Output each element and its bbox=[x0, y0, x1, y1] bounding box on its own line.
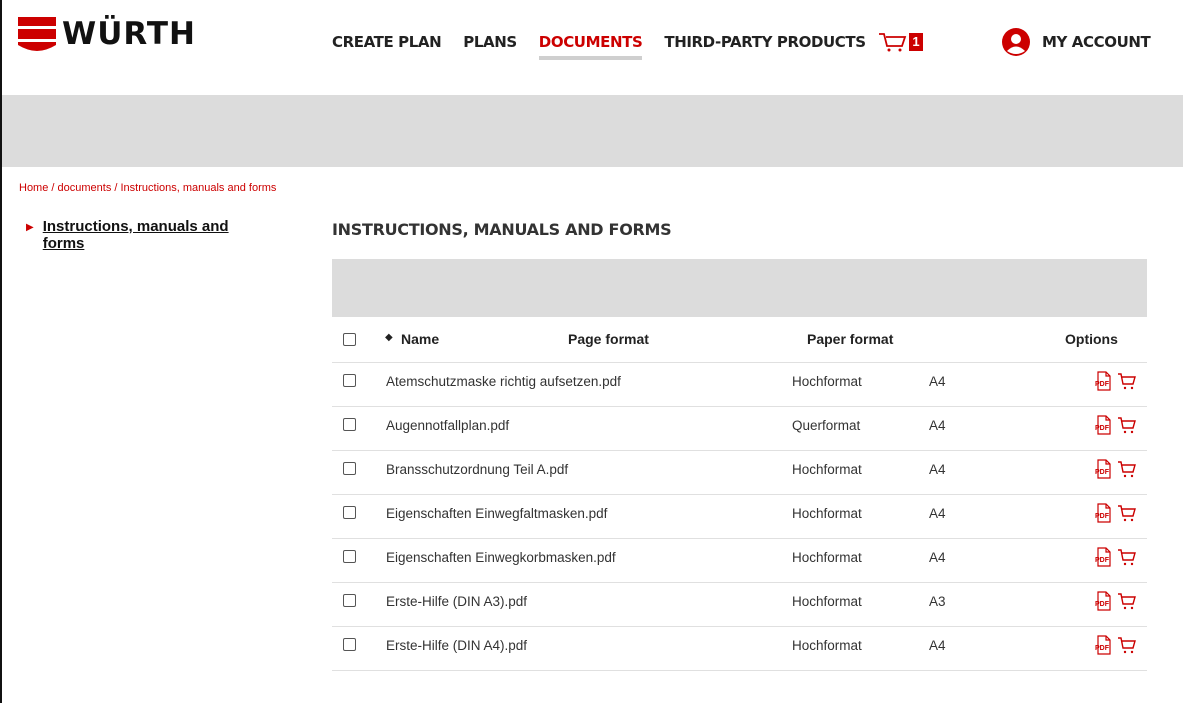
cell-paper-format: A4 bbox=[929, 550, 946, 565]
my-account-label: MY ACCOUNT bbox=[1042, 33, 1151, 51]
caret-right-icon: ▶ bbox=[26, 222, 34, 233]
nav-documents[interactable]: DOCUMENTS bbox=[538, 30, 643, 60]
pdf-icon[interactable]: PDF bbox=[1094, 635, 1112, 660]
add-to-cart-icon[interactable] bbox=[1117, 503, 1137, 528]
row-options: PDF bbox=[1094, 415, 1137, 440]
cell-name[interactable]: Erste-Hilfe (DIN A4).pdf bbox=[386, 638, 527, 653]
table-row: Eigenschaften Einwegfaltmasken.pdf Hochfo… bbox=[332, 495, 1147, 539]
row-checkbox[interactable] bbox=[343, 506, 356, 519]
cell-name[interactable]: Eigenschaften Einwegkorbmasken.pdf bbox=[386, 550, 616, 565]
cell-paper-format: A3 bbox=[929, 594, 946, 609]
sort-icon[interactable]: ◆ bbox=[385, 332, 393, 343]
row-options: PDF bbox=[1094, 635, 1137, 660]
brand-name: WÜRTH bbox=[62, 15, 196, 52]
column-header-options: Options bbox=[1065, 331, 1118, 347]
pdf-icon[interactable]: PDF bbox=[1094, 415, 1112, 440]
breadcrumb-home[interactable]: Home bbox=[19, 182, 48, 194]
main-nav: CREATE PLAN PLANS DOCUMENTS THIRD-PARTY … bbox=[332, 30, 888, 60]
cell-page-format: Querformat bbox=[792, 418, 861, 433]
breadcrumb: Home / documents / Instructions, manuals… bbox=[19, 182, 276, 194]
cell-page-format: Hochformat bbox=[792, 638, 862, 653]
table-row: Erste-Hilfe (DIN A4).pdf Hochformat A4 PDF bbox=[332, 627, 1147, 671]
sidebar-item-instructions[interactable]: ▶ Instructions, manuals and forms bbox=[26, 218, 286, 252]
cell-paper-format: A4 bbox=[929, 506, 946, 521]
svg-text:PDF: PDF bbox=[1095, 645, 1110, 652]
cell-page-format: Hochformat bbox=[792, 374, 862, 389]
documents-table: ◆ Name Page format Paper format Options … bbox=[332, 317, 1147, 671]
row-options: PDF bbox=[1094, 547, 1137, 572]
add-to-cart-icon[interactable] bbox=[1117, 371, 1137, 396]
nav-plans[interactable]: PLANS bbox=[463, 30, 517, 54]
cell-name[interactable]: Erste-Hilfe (DIN A3).pdf bbox=[386, 594, 527, 609]
row-checkbox[interactable] bbox=[343, 462, 356, 475]
table-row: Erste-Hilfe (DIN A3).pdf Hochformat A3 PDF bbox=[332, 583, 1147, 627]
row-options: PDF bbox=[1094, 371, 1137, 396]
row-checkbox[interactable] bbox=[343, 594, 356, 607]
table-row: Augennotfallplan.pdf Querformat A4 PDF bbox=[332, 407, 1147, 451]
column-header-name[interactable]: Name bbox=[401, 331, 439, 347]
user-avatar-icon bbox=[1002, 28, 1030, 56]
table-header: ◆ Name Page format Paper format Options bbox=[332, 317, 1147, 363]
cell-name[interactable]: Eigenschaften Einwegfaltmasken.pdf bbox=[386, 506, 607, 521]
select-all-checkbox[interactable] bbox=[343, 333, 356, 346]
add-to-cart-icon[interactable] bbox=[1117, 459, 1137, 484]
nav-create-plan[interactable]: CREATE PLAN bbox=[332, 30, 442, 54]
page-banner bbox=[2, 95, 1183, 167]
breadcrumb-current[interactable]: Instructions, manuals and forms bbox=[121, 182, 277, 194]
cell-paper-format: A4 bbox=[929, 418, 946, 433]
cell-name[interactable]: Bransschutzordnung Teil A.pdf bbox=[386, 462, 568, 477]
svg-text:PDF: PDF bbox=[1095, 381, 1110, 388]
table-body: Atemschutzmaske richtig aufsetzen.pdf Hoc… bbox=[332, 363, 1147, 671]
breadcrumb-separator: / bbox=[48, 182, 58, 194]
cell-page-format: Hochformat bbox=[792, 506, 862, 521]
cell-paper-format: A4 bbox=[929, 638, 946, 653]
svg-text:PDF: PDF bbox=[1095, 425, 1110, 432]
add-to-cart-icon[interactable] bbox=[1117, 547, 1137, 572]
filter-bar bbox=[332, 259, 1147, 317]
svg-text:PDF: PDF bbox=[1095, 469, 1110, 476]
row-options: PDF bbox=[1094, 503, 1137, 528]
wurth-logo[interactable]: WÜRTH bbox=[18, 16, 218, 52]
svg-text:PDF: PDF bbox=[1095, 557, 1110, 564]
cell-page-format: Hochformat bbox=[792, 594, 862, 609]
page-title: INSTRUCTIONS, MANUALS AND FORMS bbox=[332, 220, 672, 239]
row-checkbox[interactable] bbox=[343, 638, 356, 651]
cell-page-format: Hochformat bbox=[792, 550, 862, 565]
nav-third-party-products[interactable]: THIRD-PARTY PRODUCTS bbox=[664, 30, 866, 54]
my-account-link[interactable]: MY ACCOUNT bbox=[1002, 28, 1151, 56]
column-header-page-format: Page format bbox=[568, 331, 649, 347]
pdf-icon[interactable]: PDF bbox=[1094, 459, 1112, 484]
row-options: PDF bbox=[1094, 459, 1137, 484]
svg-text:PDF: PDF bbox=[1095, 601, 1110, 608]
cell-paper-format: A4 bbox=[929, 462, 946, 477]
pdf-icon[interactable]: PDF bbox=[1094, 371, 1112, 396]
breadcrumb-separator: / bbox=[111, 182, 121, 194]
add-to-cart-icon[interactable] bbox=[1117, 415, 1137, 440]
pdf-icon[interactable]: PDF bbox=[1094, 503, 1112, 528]
column-header-paper-format: Paper format bbox=[807, 331, 894, 347]
cell-page-format: Hochformat bbox=[792, 462, 862, 477]
add-to-cart-icon[interactable] bbox=[1117, 591, 1137, 616]
cart-button[interactable]: 1 bbox=[878, 30, 923, 54]
cell-name[interactable]: Augennotfallplan.pdf bbox=[386, 418, 509, 433]
table-row: Eigenschaften Einwegkorbmasken.pdf Hochfo… bbox=[332, 539, 1147, 583]
svg-text:PDF: PDF bbox=[1095, 513, 1110, 520]
cart-icon bbox=[879, 33, 907, 52]
row-checkbox[interactable] bbox=[343, 418, 356, 431]
cell-paper-format: A4 bbox=[929, 374, 946, 389]
add-to-cart-icon[interactable] bbox=[1117, 635, 1137, 660]
cart-count-badge: 1 bbox=[909, 33, 923, 51]
row-checkbox[interactable] bbox=[343, 374, 356, 387]
table-row: Bransschutzordnung Teil A.pdf Hochformat A… bbox=[332, 451, 1147, 495]
breadcrumb-documents[interactable]: documents bbox=[58, 182, 112, 194]
row-checkbox[interactable] bbox=[343, 550, 356, 563]
sidebar-item-label[interactable]: Instructions, manuals and forms bbox=[43, 218, 229, 252]
pdf-icon[interactable]: PDF bbox=[1094, 547, 1112, 572]
row-options: PDF bbox=[1094, 591, 1137, 616]
cell-name[interactable]: Atemschutzmaske richtig aufsetzen.pdf bbox=[386, 374, 621, 389]
pdf-icon[interactable]: PDF bbox=[1094, 591, 1112, 616]
top-header: WÜRTH CREATE PLAN PLANS DOCUMENTS THIRD-… bbox=[2, 0, 1183, 95]
wurth-logo-mark-icon bbox=[18, 17, 56, 51]
table-row: Atemschutzmaske richtig aufsetzen.pdf Hoc… bbox=[332, 363, 1147, 407]
